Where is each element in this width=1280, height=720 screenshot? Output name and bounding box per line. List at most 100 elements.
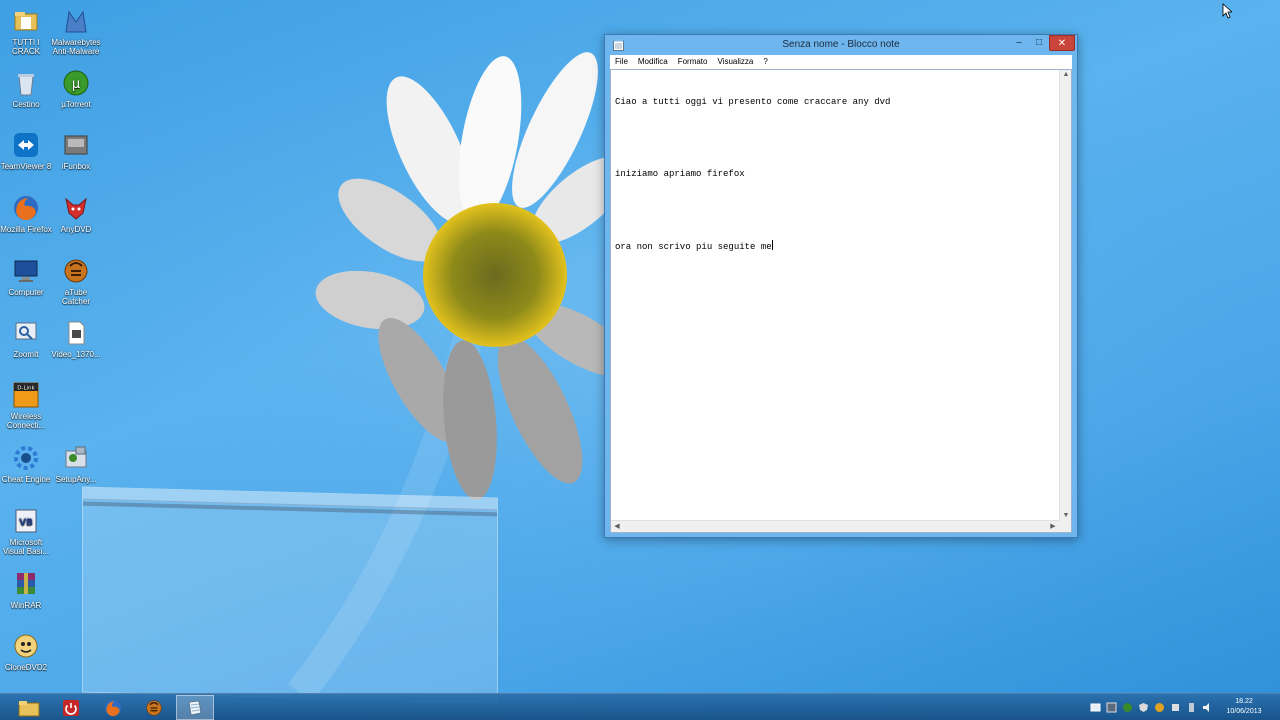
desktop-icon-label: Cestino: [12, 100, 40, 109]
svg-text:VB: VB: [19, 518, 33, 528]
computer-icon: [14, 260, 38, 282]
text-line: iniziamo apriamo firefox: [615, 169, 745, 179]
desktop-icon-setup[interactable]: SetupAny...: [50, 443, 102, 484]
desktop-icon-tutti-i-crack[interactable]: TUTTI I CRACK: [0, 6, 52, 56]
desktop-icon-label: Computer: [8, 288, 44, 297]
desktop-icon-atube-catcher[interactable]: aTube Catcher: [50, 256, 102, 306]
desktop-icon-label: TeamViewer 8: [0, 162, 52, 171]
taskbar-file-explorer-button[interactable]: [10, 695, 48, 720]
notepad-title: Senza nome - Blocco note: [782, 39, 900, 50]
desktop-icon-winrar[interactable]: WinRAR: [0, 569, 52, 610]
tray-network-icon[interactable]: [1106, 702, 1117, 713]
desktop-icon-label: Wireless Connecti...: [6, 412, 46, 430]
notepad-text-area[interactable]: Ciao a tutti oggi vi presento come cracc…: [610, 69, 1072, 533]
desktop-icon-ifunbox[interactable]: iFunbox: [50, 130, 102, 171]
malwarebytes-icon: [65, 10, 87, 33]
tray-antivirus-icon[interactable]: [1154, 702, 1165, 713]
desktop-icon-firefox[interactable]: Mozilla Firefox: [0, 193, 52, 234]
dlink-icon: D-Link: [13, 382, 39, 408]
mouse-cursor-icon: [1222, 3, 1232, 19]
menu-formato[interactable]: Formato: [673, 55, 713, 69]
text-line-with-caret: ora non scrivo piu seguite me: [615, 240, 1055, 253]
desktop-icon-wireless-connection[interactable]: D-Link Wireless Connecti...: [0, 380, 52, 430]
visual-basic-icon: VB: [15, 509, 37, 533]
desktop-icon-clonedvd[interactable]: CloneDVD2: [0, 631, 52, 672]
menu-visualizza[interactable]: Visualizza: [712, 55, 758, 69]
desktop-icon-anydvd[interactable]: AnyDVD: [50, 193, 102, 234]
horizontal-scrollbar[interactable]: ◀ ▶: [611, 520, 1059, 532]
desktop-icon-zoomit[interactable]: ZoomIt: [0, 318, 52, 359]
notepad-window[interactable]: Senza nome - Blocco note – □ ✕ File Modi…: [604, 34, 1078, 538]
text-line: ora non scrivo piu seguite me: [615, 242, 772, 252]
ifunbox-icon: [64, 135, 88, 155]
taskbar-power-button[interactable]: [52, 695, 90, 720]
atube-catcher-icon: [64, 259, 88, 283]
desktop-icon-label: SetupAny...: [55, 475, 97, 484]
menu-modifica[interactable]: Modifica: [633, 55, 673, 69]
atube-catcher-icon: [146, 699, 162, 716]
desktop-icon-label: CloneDVD2: [4, 663, 48, 672]
tray-app-icon[interactable]: [1170, 702, 1181, 713]
notepad-menubar: File Modifica Formato Visualizza ?: [610, 55, 1072, 69]
desktop-icon-video-file[interactable]: Video_1370...: [50, 318, 102, 359]
desktop-icon-label: aTube Catcher: [61, 288, 90, 306]
video-file-icon: [68, 321, 85, 345]
desktop-icon-label: ZoomIt: [13, 350, 39, 359]
notepad-icon: [188, 699, 202, 716]
firefox-icon: [14, 196, 38, 221]
maximize-button[interactable]: □: [1029, 35, 1049, 51]
taskbar-firefox-button[interactable]: [94, 695, 132, 720]
close-button[interactable]: ✕: [1049, 35, 1075, 51]
teamviewer-icon: [14, 133, 38, 157]
desktop-icon-label: AnyDVD: [60, 225, 92, 234]
firefox-icon: [105, 699, 121, 716]
desktop-icon-teamviewer[interactable]: TeamViewer 8: [0, 130, 52, 171]
scroll-left-arrow-icon[interactable]: ◀: [611, 522, 623, 530]
notepad-text[interactable]: Ciao a tutti oggi vi presento come cracc…: [615, 72, 1055, 518]
text-line: ​: [615, 132, 1055, 144]
menu-file[interactable]: File: [610, 55, 633, 69]
scroll-up-arrow-icon[interactable]: ▲: [1060, 71, 1072, 78]
svg-text:D-Link: D-Link: [17, 386, 35, 392]
clonedvd-icon: [14, 634, 38, 658]
desktop-icon-cheat-engine[interactable]: Cheat Engine: [0, 443, 52, 484]
utorrent-icon: µ: [63, 70, 89, 96]
tray-usb-icon[interactable]: [1186, 702, 1197, 713]
text-line: Ciao a tutti oggi vi presento come cracc…: [615, 97, 891, 107]
desktop-icon-label: iFunbox: [61, 162, 91, 171]
tray-security-icon[interactable]: [1122, 702, 1133, 713]
winrar-icon: [17, 573, 35, 594]
desktop-icon-label: Video_1370...: [51, 350, 101, 359]
resize-grip[interactable]: [1059, 520, 1071, 532]
tray-shield-icon[interactable]: [1138, 702, 1149, 713]
desktop-icon-label: µTorrent: [61, 100, 91, 109]
desktop-icon-computer[interactable]: Computer: [0, 256, 52, 297]
desktop-icon-malwarebytes[interactable]: Malwarebytes Anti-Malware: [50, 6, 102, 56]
taskbar-atube-catcher-button[interactable]: [135, 695, 173, 720]
desktop-icon-utorrent[interactable]: µ µTorrent: [50, 68, 102, 109]
scroll-down-arrow-icon[interactable]: ▼: [1060, 512, 1072, 519]
scroll-right-arrow-icon[interactable]: ▶: [1047, 522, 1059, 530]
zoomit-icon: [15, 322, 37, 340]
desktop-icon-label: WinRAR: [10, 601, 42, 610]
file-explorer-icon: [18, 700, 40, 716]
taskbar-notepad-button[interactable]: [176, 695, 214, 720]
power-icon: [63, 699, 79, 716]
text-caret: [771, 240, 773, 250]
recycle-bin-icon: [18, 74, 34, 96]
taskbar-clock[interactable]: 18.22 10/06/2013: [1220, 697, 1268, 717]
vertical-scrollbar[interactable]: ▲ ▼: [1059, 70, 1071, 520]
cheat-engine-icon: [14, 446, 38, 470]
desktop-icon-cestino[interactable]: Cestino: [0, 68, 52, 109]
clock-time: 18.22: [1235, 698, 1253, 705]
tray-volume-icon[interactable]: [1202, 702, 1213, 713]
desktop-icon-label: Microsoft Visual Basi...: [2, 538, 50, 556]
desktop-icon-visual-basic[interactable]: VB Microsoft Visual Basi...: [0, 506, 52, 556]
folder-icon: [14, 12, 38, 31]
text-line: ​: [615, 204, 1055, 216]
minimize-button[interactable]: –: [1009, 35, 1029, 51]
desktop-icon-label: Mozilla Firefox: [0, 225, 52, 234]
desktop-icon-label: TUTTI I CRACK: [11, 38, 40, 56]
menu-help[interactable]: ?: [758, 55, 772, 69]
tray-message-icon[interactable]: [1090, 702, 1101, 713]
